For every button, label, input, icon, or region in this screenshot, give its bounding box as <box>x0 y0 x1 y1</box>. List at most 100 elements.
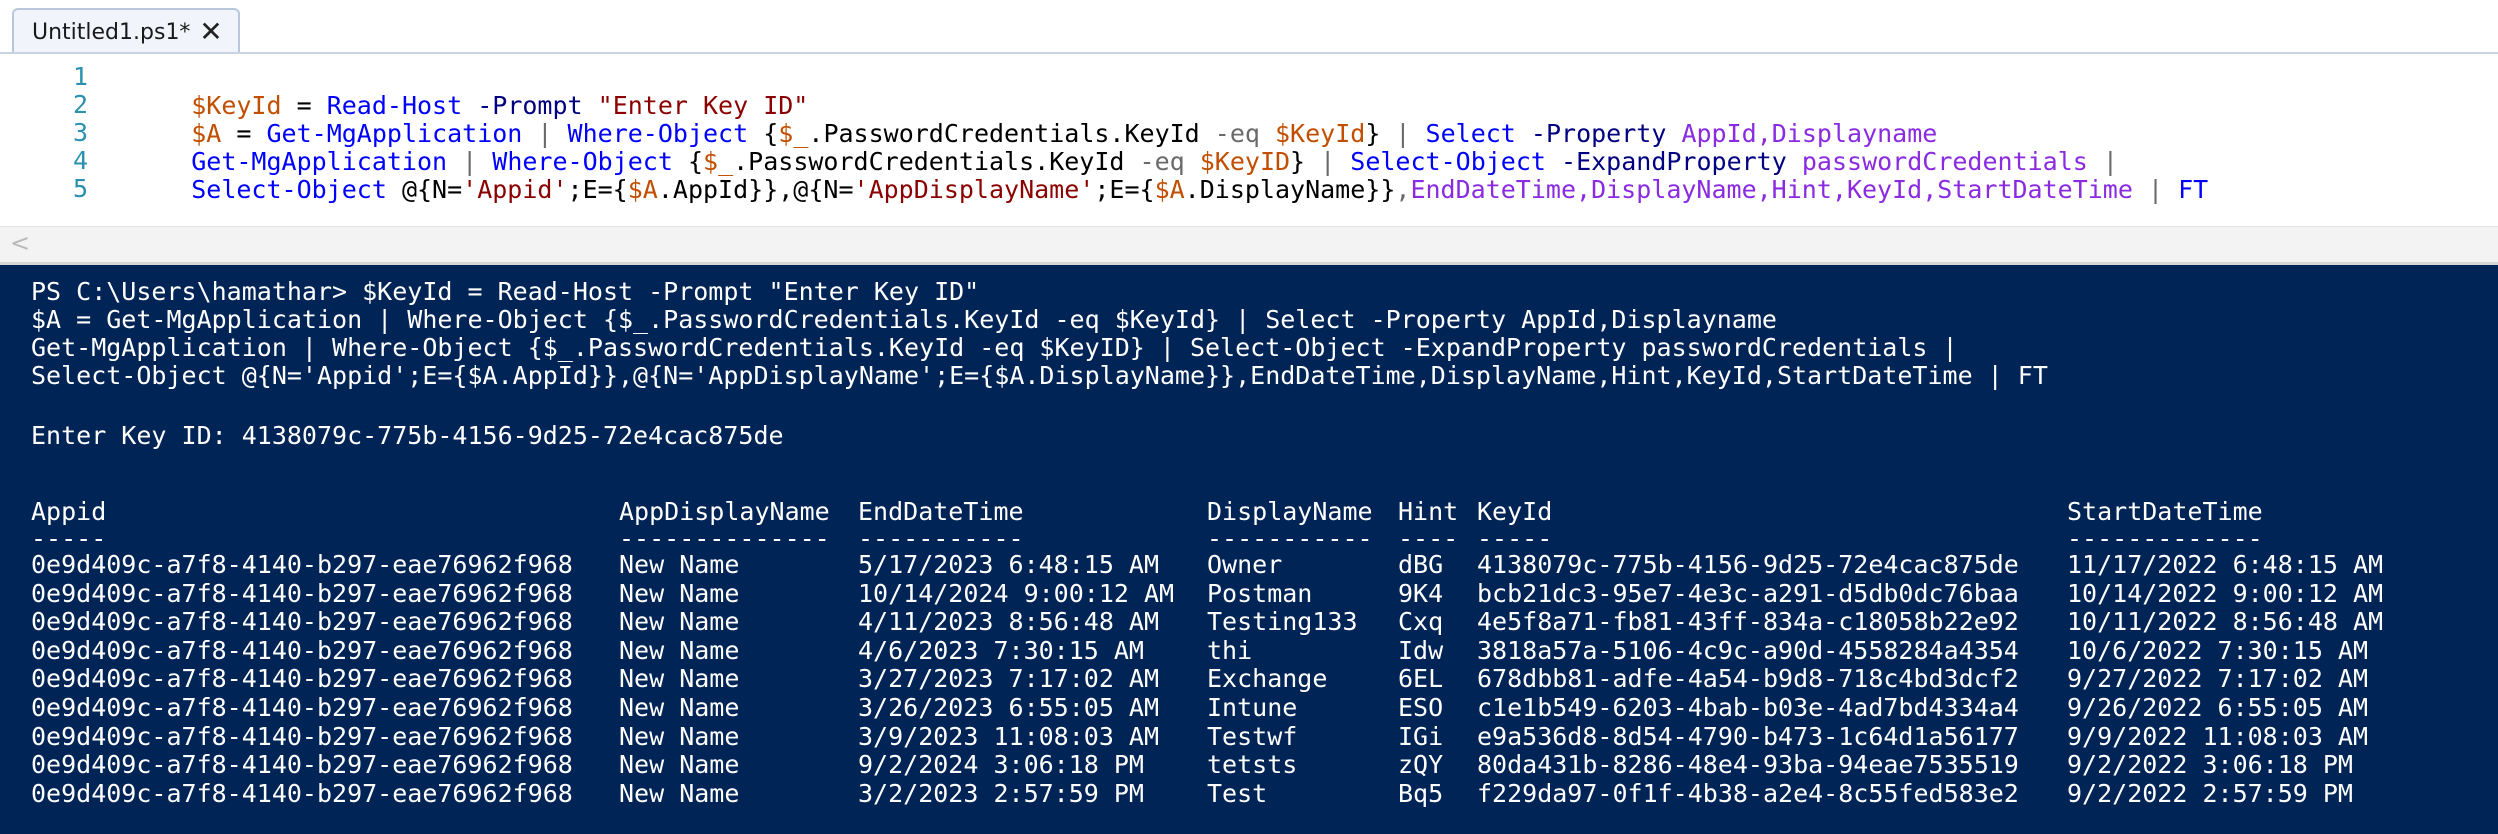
table-header-underline: ---- <box>1398 524 1459 553</box>
table-cell: New Name <box>619 693 740 722</box>
table-cell: 10/14/2022 9:00:12 AM <box>2067 579 2384 608</box>
table-cell: 3/26/2023 6:55:05 AM <box>858 693 1160 722</box>
tab-untitled1[interactable]: Untitled1.ps1* ✕ <box>12 8 240 54</box>
code-token: @{N= <box>386 175 463 204</box>
script-editor[interactable]: 1 2 3 4 5 $KeyId = Read-Host -Prompt "En… <box>0 54 2498 226</box>
table-cell: thi <box>1207 636 1253 665</box>
console-command-line: $A = Get-MgApplication | Where-Object {$… <box>31 305 1777 334</box>
line-number: 2 <box>72 90 88 119</box>
code-token-argument: EndDateTime,DisplayName,Hint,KeyId,Start… <box>1410 175 2133 204</box>
table-cell: 678dbb81-adfe-4a54-b9d8-718c4bd3dcf2 <box>1477 664 2019 693</box>
table-column-header: StartDateTime <box>2067 497 2263 526</box>
table-cell: 3/2/2023 2:57:59 PM <box>858 779 1144 808</box>
table-cell: 4/6/2023 7:30:15 AM <box>858 636 1144 665</box>
table-column-header: EndDateTime <box>858 497 1024 526</box>
line-number: 5 <box>72 174 88 203</box>
table-cell: New Name <box>619 664 740 693</box>
table-cell: Testwf <box>1207 722 1298 751</box>
code-token-string: 'Appid' <box>462 175 568 204</box>
table-cell: 3/9/2023 11:08:03 AM <box>858 722 1160 751</box>
code-line-4[interactable]: Select-Object @{N='Appid';E={$A.AppId}},… <box>131 146 2208 233</box>
table-cell: 0e9d409c-a7f8-4140-b297-eae76962f968 <box>31 636 573 665</box>
code-token: , <box>1395 175 1411 204</box>
table-cell: 0e9d409c-a7f8-4140-b297-eae76962f968 <box>31 607 573 636</box>
table-cell: 9/9/2022 11:08:03 AM <box>2067 722 2369 751</box>
code-token-command: Select-Object <box>191 175 387 204</box>
table-cell: 10/11/2022 8:56:48 AM <box>2067 607 2384 636</box>
table-column-header: KeyId <box>1477 497 1553 526</box>
table-cell: 0e9d409c-a7f8-4140-b297-eae76962f968 <box>31 693 573 722</box>
table-cell: 4/11/2023 8:56:48 AM <box>858 607 1160 636</box>
table-column-header: DisplayName <box>1207 497 1373 526</box>
table-cell: bcb21dc3-95e7-4e3c-a291-d5db0dc76baa <box>1477 579 2019 608</box>
table-column-header: Hint <box>1398 497 1459 526</box>
table-column-header: Appid <box>31 497 107 526</box>
table-cell: e9a536d8-8d54-4790-b473-1c64d1a56177 <box>1477 722 2019 751</box>
table-cell: Bq5 <box>1398 779 1444 808</box>
table-header-underline: ------------- <box>2067 524 2263 553</box>
console-command-line: PS C:\Users\hamathar> $KeyId = Read-Host… <box>31 277 980 306</box>
table-cell: 10/6/2022 7:30:15 AM <box>2067 636 2369 665</box>
table-cell: zQY <box>1398 750 1444 779</box>
table-cell: Postman <box>1207 579 1313 608</box>
code-token: ;E={ <box>1094 175 1155 204</box>
table-cell: New Name <box>619 607 740 636</box>
table-cell: New Name <box>619 750 740 779</box>
table-cell: New Name <box>619 550 740 579</box>
code-token-variable: $A <box>1154 175 1185 204</box>
line-number: 1 <box>72 62 88 91</box>
table-cell: f229da97-0f1f-4b38-a2e4-8c55fed583e2 <box>1477 779 2019 808</box>
console-pane[interactable]: PS C:\Users\hamathar> $KeyId = Read-Host… <box>0 262 2498 834</box>
table-cell: 6EL <box>1398 664 1444 693</box>
table-cell: 3818a57a-5106-4c9c-a90d-4558284a4354 <box>1477 636 2019 665</box>
table-cell: 0e9d409c-a7f8-4140-b297-eae76962f968 <box>31 550 573 579</box>
table-header-underline: ----------- <box>1207 524 1373 553</box>
table-header-underline: -------------- <box>619 524 830 553</box>
code-token-string: 'AppDisplayName' <box>853 175 1095 204</box>
table-cell: Testing133 <box>1207 607 1358 636</box>
line-number: 3 <box>72 118 88 147</box>
code-token-command: FT <box>2178 175 2209 204</box>
code-token-variable: $A <box>627 175 658 204</box>
table-cell: 0e9d409c-a7f8-4140-b297-eae76962f968 <box>31 664 573 693</box>
table-cell: 0e9d409c-a7f8-4140-b297-eae76962f968 <box>31 722 573 751</box>
table-cell: IGi <box>1398 722 1444 751</box>
code-token: ;E={ <box>567 175 628 204</box>
table-cell: Owner <box>1207 550 1283 579</box>
line-number: 4 <box>72 146 88 175</box>
table-cell: dBG <box>1398 550 1444 579</box>
table-cell: c1e1b549-6203-4bab-b03e-4ad7bd4334a4 <box>1477 693 2019 722</box>
table-cell: Intune <box>1207 693 1298 722</box>
table-cell: Idw <box>1398 636 1444 665</box>
table-cell: 0e9d409c-a7f8-4140-b297-eae76962f968 <box>31 579 573 608</box>
code-token-pipe: | <box>2147 175 2164 204</box>
table-header-underline: ----- <box>1477 524 1553 553</box>
table-cell: 9/2/2022 3:06:18 PM <box>2067 750 2353 779</box>
table-column-header: AppDisplayName <box>619 497 830 526</box>
table-cell: 4e5f8a71-fb81-43ff-834a-c18058b22e92 <box>1477 607 2019 636</box>
table-cell: 9/2/2022 2:57:59 PM <box>2067 779 2353 808</box>
table-cell: ESO <box>1398 693 1444 722</box>
table-cell: New Name <box>619 722 740 751</box>
chevron-left-icon[interactable]: < <box>10 229 30 257</box>
table-cell: 4138079c-775b-4156-9d25-72e4cac875de <box>1477 550 2019 579</box>
table-cell: Exchange <box>1207 664 1328 693</box>
table-cell: 0e9d409c-a7f8-4140-b297-eae76962f968 <box>31 779 573 808</box>
table-cell: 9/26/2022 6:55:05 AM <box>2067 693 2369 722</box>
table-cell: 80da431b-8286-48e4-93ba-94eae7535519 <box>1477 750 2019 779</box>
table-cell: 9/2/2024 3:06:18 PM <box>858 750 1144 779</box>
code-token: .DisplayName}} <box>1184 175 1396 204</box>
table-cell: New Name <box>619 636 740 665</box>
table-cell: tetsts <box>1207 750 1298 779</box>
table-cell: Cxq <box>1398 607 1444 636</box>
table-cell: Test <box>1207 779 1268 808</box>
table-cell: 0e9d409c-a7f8-4140-b297-eae76962f968 <box>31 750 573 779</box>
table-cell: 3/27/2023 7:17:02 AM <box>858 664 1160 693</box>
editor-horizontal-scrollbar[interactable]: < <box>0 226 2498 263</box>
table-cell: 9/27/2022 7:17:02 AM <box>2067 664 2369 693</box>
close-icon[interactable]: ✕ <box>194 15 228 49</box>
table-cell: New Name <box>619 779 740 808</box>
table-cell: 9K4 <box>1398 579 1444 608</box>
